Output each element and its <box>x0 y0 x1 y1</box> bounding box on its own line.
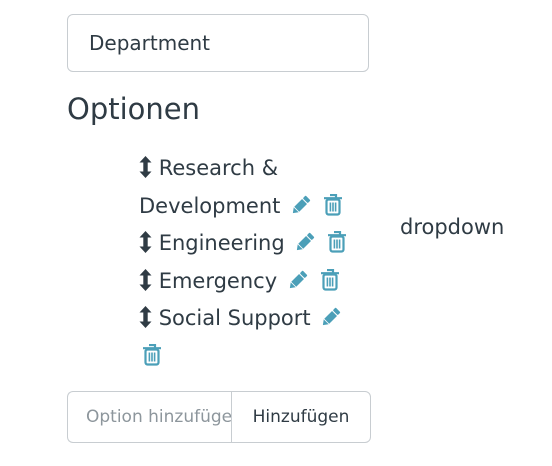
sort-vertical-icon[interactable] <box>139 268 152 291</box>
field-name-input[interactable] <box>67 14 369 72</box>
add-option-group: Hinzufügen <box>67 391 371 443</box>
option-item: Research & Development <box>139 150 361 225</box>
add-option-input[interactable] <box>67 391 231 443</box>
options-list: Research & Development Engineering Emerg… <box>139 150 361 375</box>
option-item: Social Support <box>139 300 361 375</box>
sort-vertical-icon[interactable] <box>139 306 152 328</box>
pencil-icon[interactable] <box>293 231 317 253</box>
options-title: Optionen <box>67 92 201 126</box>
option-item: Engineering <box>139 225 361 263</box>
option-label: Engineering <box>158 231 285 255</box>
add-option-button[interactable]: Hinzufügen <box>231 391 371 443</box>
trash-icon[interactable] <box>323 193 343 216</box>
option-item: Emergency <box>139 263 361 301</box>
field-type-label: dropdown <box>400 215 505 239</box>
trash-icon[interactable] <box>320 268 340 291</box>
pencil-icon[interactable] <box>289 194 313 216</box>
sort-vertical-icon[interactable] <box>139 231 152 253</box>
option-label: Research & Development <box>139 156 281 218</box>
pencil-icon[interactable] <box>319 306 343 328</box>
option-label: Social Support <box>158 306 311 330</box>
trash-icon[interactable] <box>142 343 162 366</box>
trash-icon[interactable] <box>327 231 347 253</box>
option-label: Emergency <box>158 268 278 293</box>
pencil-icon[interactable] <box>286 269 310 291</box>
sort-vertical-icon[interactable] <box>139 156 152 178</box>
